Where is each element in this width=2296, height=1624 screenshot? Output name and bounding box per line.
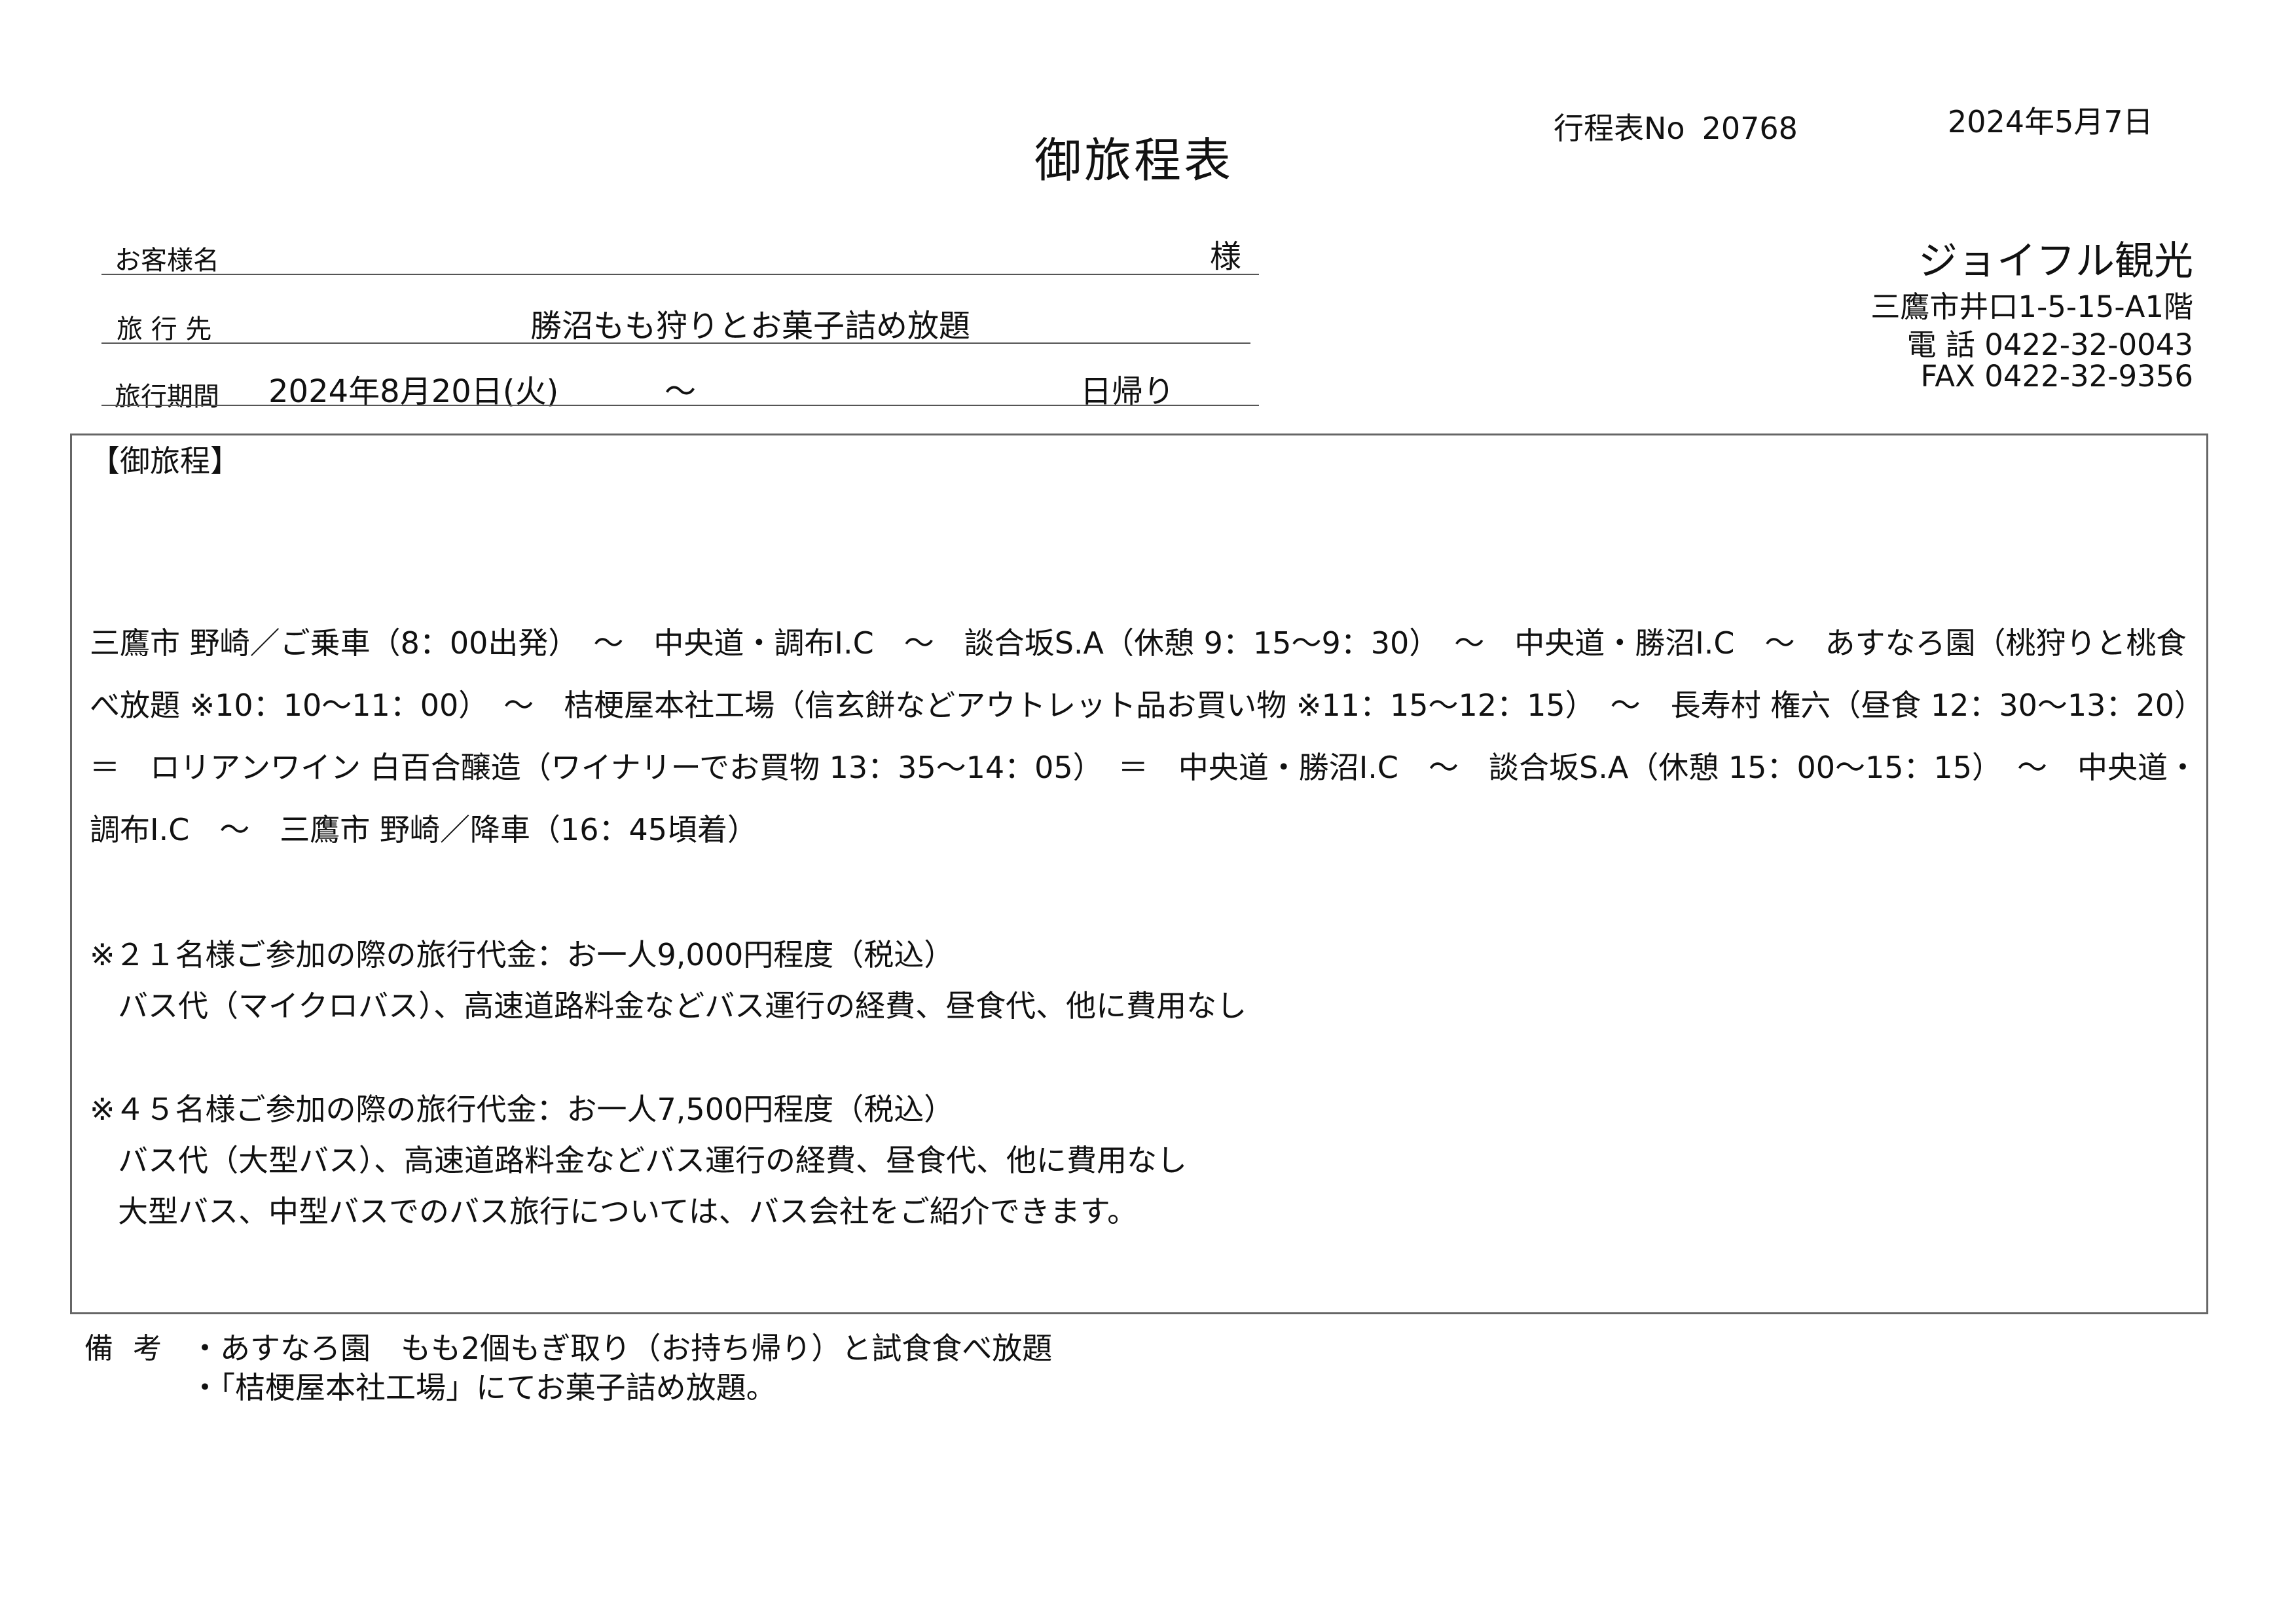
price-detail-45: バス代（大型バス）、高速道路料金などバス運行の経費、昼食代、他に費用なし [118,1143,1187,1178]
doc-date: 2024年5月7日 [1948,104,2153,139]
itinerary-route: 三鷹市 野崎／ご乗車（8：00出発） ～ 中央道・調布I.C ～ 談合坂S.A（… [90,625,2219,847]
destination-underline [101,342,1250,344]
period-underline [101,405,1259,406]
customer-underline [101,274,1259,275]
doc-number: 行程表No 20768 [1554,105,1798,148]
company-phone: 電 話 0422-32-0043 [1906,327,2193,362]
customer-suffix: 様 [1210,238,1242,275]
period-label: 旅行期間 [115,382,219,412]
destination-value: 勝沼もも狩りとお菓子詰め放題 [530,308,971,344]
price-note-21: ※２１名様ご参加の際の旅行代金：お一人9,000円程度（税込） [90,937,955,972]
itinerary-heading: 【御旅程】 [90,443,240,479]
doc-number-label: 行程表No [1554,111,1685,146]
price-detail-21: バス代（マイクロバス）、高速道路料金などバス運行の経費、昼食代、他に費用なし [118,988,1247,1024]
remarks-label: 備考 [84,1332,181,1365]
company-fax: FAX 0422-32-9356 [1920,359,2193,394]
company-name: ジョイフル観光 [1918,238,2193,284]
customer-label: お客様名 [115,246,219,276]
remarks-item: ・あすなろ園 もも2個もぎ取り（お持ち帰り）と試食食べ放題 [190,1331,1053,1366]
company-address: 三鷹市井口1-5-15-A1階 [1870,289,2193,324]
itinerary-box [70,434,2208,1314]
destination-label: 旅 行 先 [117,314,212,344]
page-title: 御旅程表 [1034,133,1234,188]
price-note-45: ※４５名様ご参加の際の旅行代金：お一人7,500円程度（税込） [90,1092,955,1127]
bus-company-note: 大型バス、中型バスでのバス旅行については、バス会社をご紹介できます。 [118,1194,1138,1229]
remarks-item: ・「桔梗屋本社工場」にてお菓子詰め放題。 [190,1370,776,1405]
doc-number-value: 20768 [1702,111,1798,146]
